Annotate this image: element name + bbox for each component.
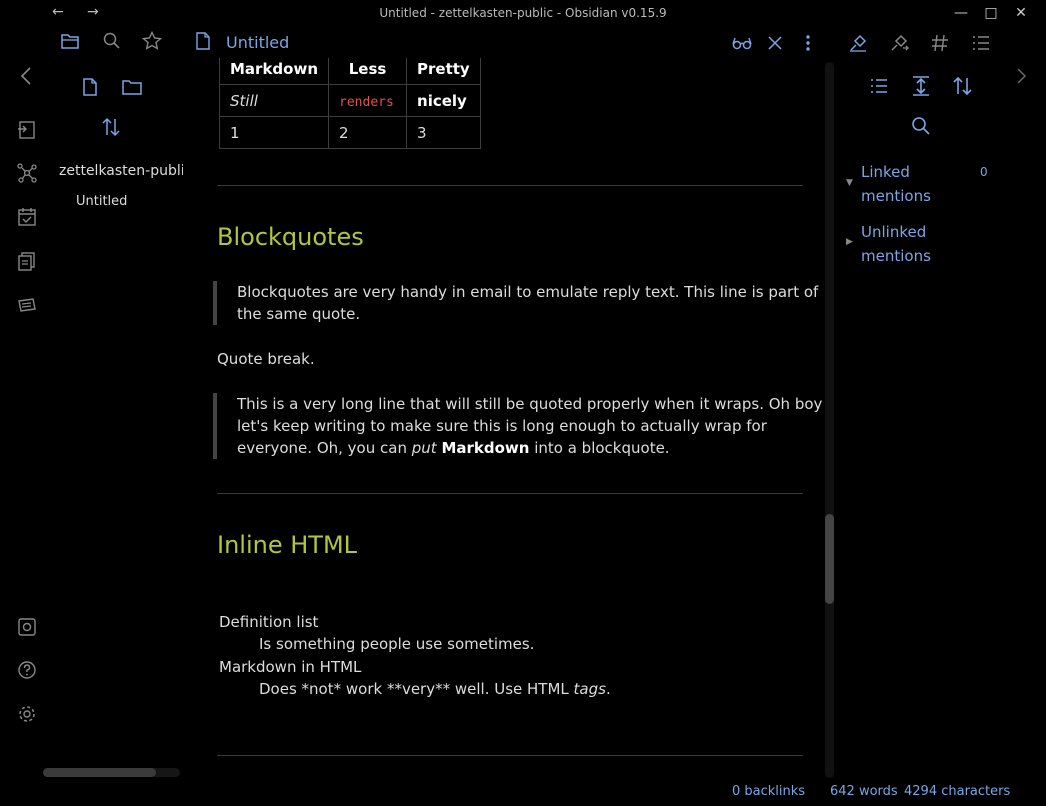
slides-icon[interactable] <box>16 294 38 316</box>
collapsed-caret-icon[interactable]: ▶ <box>846 237 853 247</box>
templates-icon[interactable] <box>16 250 38 272</box>
help-icon[interactable] <box>16 659 38 681</box>
title-bar: ← → Untitled - zettelkasten-public - Obs… <box>0 0 1046 26</box>
document-icon <box>196 32 210 50</box>
paragraph: Quote break. <box>217 350 315 368</box>
show-more-context-icon[interactable] <box>909 74 933 98</box>
vertical-scrollbar[interactable] <box>825 62 834 778</box>
collapse-left-icon[interactable] <box>16 65 38 87</box>
backlinks-pane: ▼ Linked mentions 0 ▶ Unlinked mentions <box>836 26 1008 780</box>
sort-order-icon[interactable] <box>100 116 122 138</box>
switcher-icon[interactable] <box>16 119 38 141</box>
horizontal-scrollbar[interactable] <box>43 768 180 777</box>
table-cell: nicely <box>406 84 481 117</box>
inline-code: renders <box>339 94 394 110</box>
table-cell: 3 <box>406 116 481 149</box>
new-folder-icon[interactable] <box>121 76 143 98</box>
unlinked-mentions-header[interactable]: Unlinked mentions <box>861 220 941 268</box>
vault-name[interactable]: zettelkasten-public <box>59 163 183 179</box>
search-icon[interactable] <box>101 30 123 52</box>
maximize-icon[interactable]: □ <box>976 2 1006 24</box>
horizontal-rule <box>217 185 803 186</box>
graph-view-icon[interactable] <box>16 162 38 184</box>
change-sort-icon[interactable] <box>951 74 975 98</box>
collapse-right-icon[interactable] <box>1012 66 1030 86</box>
files-folder-icon[interactable] <box>59 30 81 52</box>
heading-inline-html: Inline HTML <box>217 531 358 559</box>
status-word-count: 642 words <box>830 784 898 799</box>
scrollbar-thumb[interactable] <box>43 768 156 777</box>
strong-text: Markdown <box>441 439 530 457</box>
definition-description: Is something people use sometimes. <box>259 635 535 653</box>
window-title: Untitled - zettelkasten-public - Obsidia… <box>379 6 667 20</box>
table-cell: 1 <box>218 116 330 149</box>
collapse-results-icon[interactable] <box>867 74 891 98</box>
linked-mentions-header[interactable]: Linked mentions <box>861 160 941 208</box>
backlinks-tab-icon[interactable] <box>847 32 869 54</box>
scrollbar-thumb[interactable] <box>825 514 834 604</box>
table-header: Less <box>328 58 408 85</box>
close-tab-icon[interactable] <box>764 32 786 54</box>
file-item-untitled[interactable]: Untitled <box>76 194 127 209</box>
definition-term: Markdown in HTML <box>219 658 362 676</box>
tags-hash-icon[interactable] <box>929 32 951 54</box>
new-note-icon[interactable] <box>79 76 101 98</box>
heading-blockquotes: Blockquotes <box>217 223 364 251</box>
search-backlinks-icon[interactable] <box>909 114 933 138</box>
blockquote-text: into a blockquote. <box>529 439 670 457</box>
status-backlinks[interactable]: 0 backlinks <box>732 784 805 799</box>
tab-title[interactable]: Untitled <box>226 33 289 52</box>
outgoing-links-tab-icon[interactable] <box>888 32 910 54</box>
expanded-caret-icon[interactable]: ▼ <box>846 178 853 188</box>
more-options-icon[interactable] <box>798 32 818 54</box>
table-cell: Still <box>218 84 330 117</box>
settings-gear-icon[interactable] <box>16 703 38 725</box>
daily-note-icon[interactable] <box>16 206 38 228</box>
horizontal-rule <box>217 493 803 494</box>
definition-description: Does *not* work **very** well. Use HTML … <box>259 680 611 698</box>
open-vault-icon[interactable] <box>16 616 38 638</box>
table-cell: 2 <box>328 116 408 149</box>
table-header: Pretty <box>406 58 481 85</box>
editor-content[interactable]: Markdown Less Pretty Still renders nicel… <box>187 58 823 780</box>
file-explorer: zettelkasten-public Untitled <box>43 26 187 780</box>
table-header: Markdown <box>218 58 330 85</box>
linked-mentions-count: 0 <box>980 165 988 179</box>
close-window-icon[interactable]: ✕ <box>1006 2 1036 24</box>
table-cell: renders <box>328 84 408 117</box>
left-ribbon <box>0 26 52 780</box>
reading-mode-glasses-icon[interactable] <box>731 32 753 54</box>
blockquote-text: Blockquotes are very handy in email to e… <box>237 283 819 323</box>
definition-term: Definition list <box>219 613 319 631</box>
blockquote: Blockquotes are very handy in email to e… <box>213 281 823 325</box>
outline-list-icon[interactable] <box>970 32 992 54</box>
minimize-icon[interactable]: — <box>946 2 976 24</box>
emphasis: put <box>411 439 437 457</box>
view-header: Untitled <box>187 26 823 58</box>
blockquote: This is a very long line that will still… <box>213 393 823 459</box>
status-character-count: 4294 characters <box>904 784 1011 799</box>
bookmark-star-icon[interactable] <box>141 30 163 52</box>
horizontal-rule <box>217 755 803 756</box>
status-bar: 0 backlinks 642 words 4294 characters <box>0 780 1046 806</box>
markdown-table: Markdown Less Pretty Still renders nicel… <box>218 58 481 149</box>
